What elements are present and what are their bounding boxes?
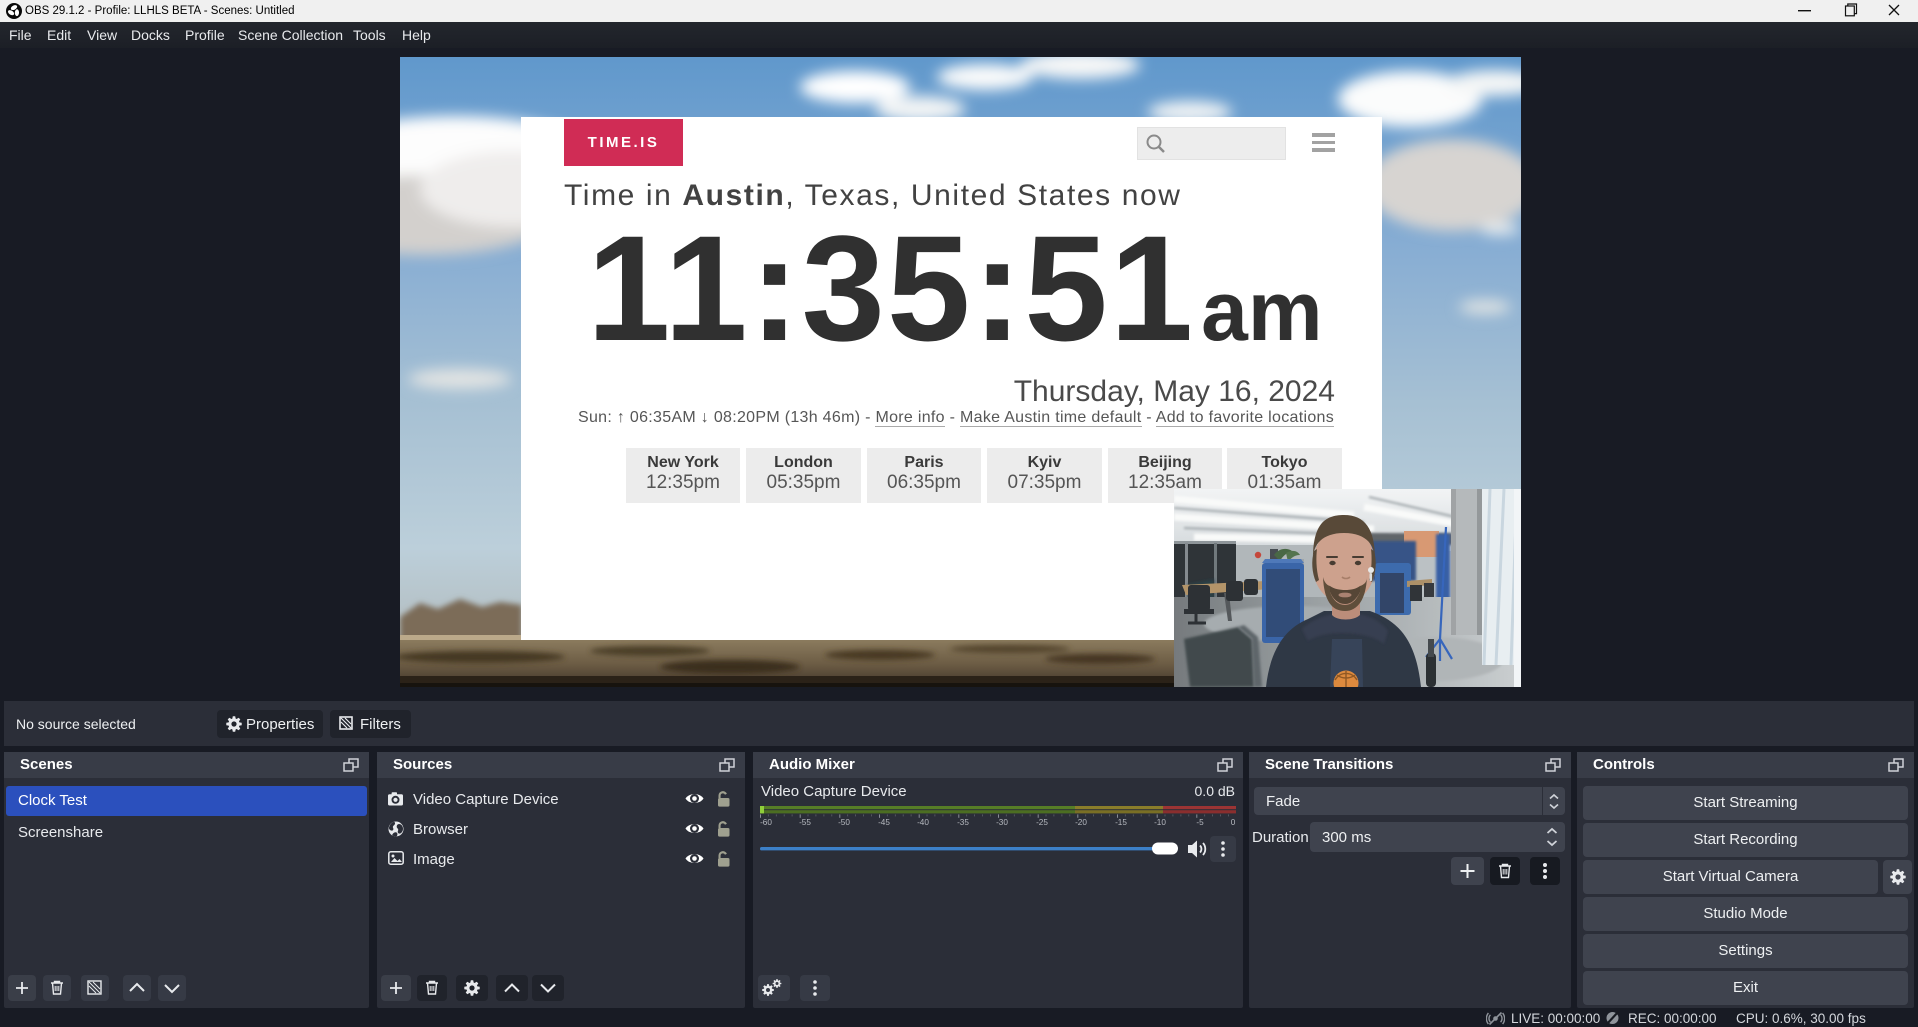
- svg-text:-30: -30: [996, 818, 1008, 827]
- svg-text:-15: -15: [1115, 818, 1127, 827]
- svg-text:-40: -40: [917, 818, 929, 827]
- svg-text:-55: -55: [799, 818, 811, 827]
- svg-text:-25: -25: [1036, 818, 1048, 827]
- svg-text:-60: -60: [760, 818, 772, 827]
- svg-text:0: 0: [1231, 818, 1236, 827]
- svg-text:-35: -35: [957, 818, 969, 827]
- svg-text:-10: -10: [1154, 818, 1166, 827]
- svg-text:-5: -5: [1196, 818, 1204, 827]
- svg-text:-50: -50: [838, 818, 850, 827]
- svg-text:-45: -45: [878, 818, 890, 827]
- svg-text:-20: -20: [1075, 818, 1087, 827]
